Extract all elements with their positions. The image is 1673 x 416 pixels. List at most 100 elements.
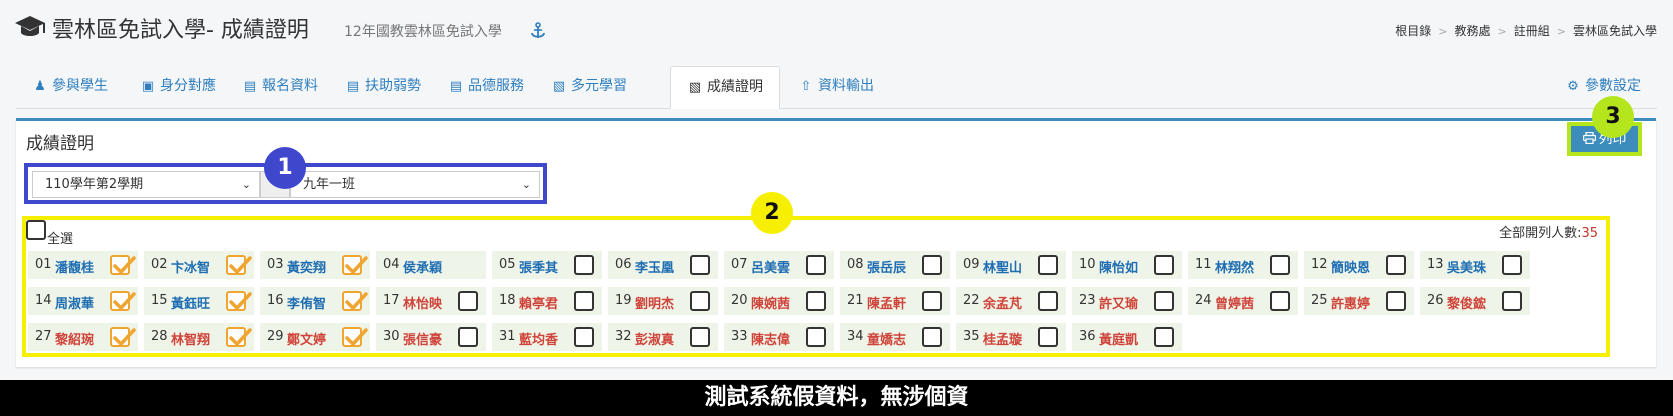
student-checkbox[interactable] (1038, 291, 1058, 311)
checkmark-icon (345, 256, 368, 274)
checkmark-icon (345, 328, 368, 346)
student-checkbox[interactable] (1154, 255, 1174, 275)
student-name: 周淑華 (55, 297, 95, 312)
page-title: 雲林區免試入學- 成績證明 (52, 18, 309, 43)
checkmark-icon (113, 256, 136, 274)
student-number: 02 (151, 257, 168, 272)
chevron-down-icon: ⌄ (521, 178, 531, 191)
select-all-checkbox[interactable] (26, 220, 46, 240)
student-number: 19 (615, 293, 632, 308)
tab-data-export[interactable]: ⇧ 資料輸出 (782, 66, 890, 107)
student-checkbox[interactable] (1270, 291, 1290, 311)
student-checkbox[interactable] (1154, 291, 1174, 311)
student-checkbox[interactable] (690, 291, 710, 311)
student-item: 20 陳婉茜 (724, 287, 834, 315)
tab-registration-data[interactable]: ▤ 報名資料 (226, 66, 334, 107)
tab-bar: ♟ 參與學生 ▣ 身分對應 ▤ 報名資料 ▤ 扶助弱勢 ▤ 品德服務 ▧ 多元學習 ▧ 成績證… (16, 66, 1657, 109)
tab-disadvantaged-assistance[interactable]: ▤ 扶助弱勢 (329, 66, 437, 107)
student-number: 34 (847, 329, 864, 344)
tab-identity-mapping[interactable]: ▣ 身分對應 (124, 66, 232, 107)
student-checkbox[interactable] (574, 255, 594, 275)
anchor-icon[interactable] (530, 22, 546, 40)
callout-3: 3 (1592, 96, 1634, 138)
student-item: 31 藍均香 (492, 323, 602, 351)
student-checkbox[interactable] (1154, 327, 1174, 347)
student-item: 35 桂孟璇 (956, 323, 1066, 351)
checkmark-icon (229, 256, 252, 274)
student-item: 21 陳孟軒 (840, 287, 950, 315)
student-checkbox[interactable] (1502, 291, 1522, 311)
student-checkbox[interactable] (110, 327, 136, 347)
student-checkbox[interactable] (1502, 255, 1522, 275)
student-checkbox[interactable] (922, 291, 942, 311)
student-checkbox[interactable] (574, 291, 594, 311)
student-name: 桂孟璇 (983, 333, 1023, 348)
student-checkbox[interactable] (458, 327, 478, 347)
student-checkbox[interactable] (226, 255, 252, 275)
student-name: 藍均香 (519, 333, 559, 348)
student-item: 18 賴亭君 (492, 287, 602, 315)
total-count-value: 35 (1581, 226, 1598, 241)
tab-diverse-learning[interactable]: ▧ 多元學習 (535, 66, 643, 107)
student-name: 林智翔 (171, 333, 211, 348)
student-checkbox[interactable] (342, 327, 368, 347)
student-checkbox[interactable] (110, 255, 136, 275)
tab-label: 扶助弱勢 (365, 78, 421, 94)
student-item: 16 李侑智 (260, 287, 370, 315)
tab-grade-certificate[interactable]: ▧ 成績證明 (670, 66, 780, 109)
student-checkbox[interactable] (226, 291, 252, 311)
student-name: 林聖山 (983, 261, 1023, 276)
student-item: 03 黃奕翔 (260, 251, 370, 279)
student-checkbox[interactable] (110, 291, 136, 311)
breadcrumb-root[interactable]: 根目錄 (1395, 24, 1431, 38)
class-select[interactable]: 九年一班 ⌄ (290, 171, 540, 198)
student-number: 07 (731, 257, 748, 272)
student-number: 12 (1311, 257, 1328, 272)
id-card-icon: ▤ (449, 79, 463, 94)
student-number: 10 (1079, 257, 1096, 272)
student-item: 10 陳怡如 (1072, 251, 1182, 279)
student-name: 潘馥桂 (55, 261, 95, 276)
student-checkbox[interactable] (226, 327, 252, 347)
student-checkbox[interactable] (806, 291, 826, 311)
student-checkbox[interactable] (806, 255, 826, 275)
student-name: 余孟芃 (983, 297, 1023, 312)
student-checkbox[interactable] (1270, 255, 1290, 275)
student-number: 11 (1195, 257, 1212, 272)
student-name: 呂美雲 (751, 261, 791, 276)
breadcrumb-registry[interactable]: 註冊組 (1514, 24, 1550, 38)
student-checkbox[interactable] (922, 327, 942, 347)
tab-moral-service[interactable]: ▤ 品德服務 (432, 66, 540, 107)
student-checkbox[interactable] (1038, 255, 1058, 275)
student-checkbox[interactable] (922, 255, 942, 275)
student-checkbox[interactable] (458, 291, 478, 311)
student-item: 23 許又瑜 (1072, 287, 1182, 315)
student-checkbox[interactable] (342, 255, 368, 275)
student-name: 卞冰智 (171, 261, 211, 276)
student-checkbox[interactable] (1038, 327, 1058, 347)
student-number: 28 (151, 329, 168, 344)
student-checkbox[interactable] (806, 327, 826, 347)
student-number: 32 (615, 329, 632, 344)
student-name: 張信豪 (403, 333, 443, 348)
semester-select[interactable]: 110學年第2學期 ⌄ (32, 171, 260, 198)
student-name: 黎俊鋐 (1447, 297, 1487, 312)
student-item: 09 林聖山 (956, 251, 1066, 279)
student-checkbox[interactable] (690, 327, 710, 347)
student-checkbox[interactable] (1386, 291, 1406, 311)
student-checkbox[interactable] (690, 255, 710, 275)
tab-participating-students[interactable]: ♟ 參與學生 (16, 66, 124, 107)
tab-label: 報名資料 (262, 78, 318, 94)
student-checkbox[interactable] (342, 291, 368, 311)
student-item: 14 周淑華 (28, 287, 138, 315)
student-checkbox[interactable] (574, 327, 594, 347)
tab-label: 資料輸出 (818, 78, 874, 94)
checkmark-icon (113, 328, 136, 346)
student-item: 33 陳志偉 (724, 323, 834, 351)
tab-label: 品德服務 (468, 78, 524, 94)
student-checkbox[interactable] (1386, 255, 1406, 275)
student-name: 彭淑真 (635, 333, 675, 348)
id-badge-icon: ▣ (141, 79, 155, 94)
student-item: 05 張季其 (492, 251, 602, 279)
breadcrumb-academic-affairs[interactable]: 教務處 (1455, 24, 1491, 38)
